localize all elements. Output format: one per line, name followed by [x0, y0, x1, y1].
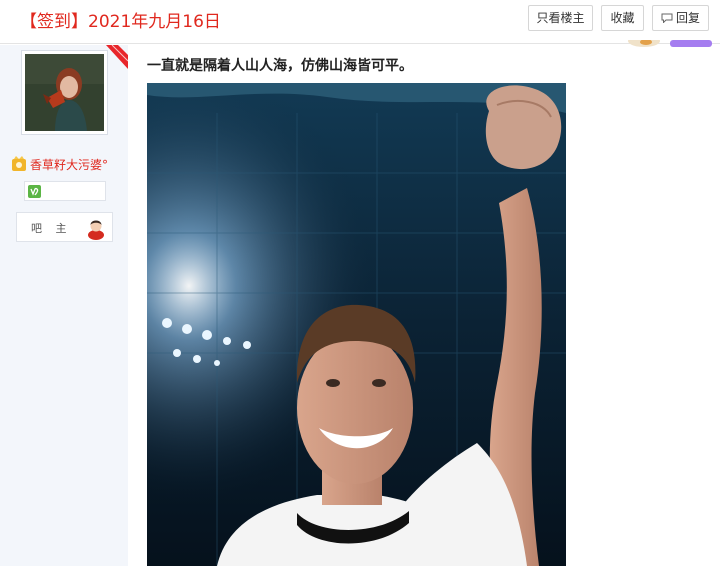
thread-title: 【签到】2021年九月16日: [20, 12, 221, 32]
favorite-button[interactable]: 收藏: [601, 5, 644, 31]
forum-owner-icon: [88, 220, 104, 240]
post-text: 一直就是隔着人山人海，仿佛山海皆可平。: [147, 58, 413, 74]
username-link[interactable]: 香草籽大污婆°: [30, 158, 108, 172]
role-label: 吧 主: [31, 222, 72, 235]
decoration-icon: [628, 40, 712, 47]
thread-header: 【签到】2021年九月16日 只看楼主 收藏 回复: [0, 0, 720, 44]
comment-icon: [661, 13, 673, 23]
user-avatar-photo: [25, 54, 104, 131]
username-row: 香草籽大污婆°: [11, 154, 108, 172]
forum-owner-badge[interactable]: 吧 主: [16, 212, 113, 242]
level-badge: [24, 181, 106, 201]
only-owner-button[interactable]: 只看楼主: [528, 5, 593, 31]
corner-ribbon-icon: [106, 45, 128, 69]
stadium-player-photo: [147, 83, 566, 566]
user-panel: 香草籽大污婆° 吧 主: [0, 45, 128, 566]
member-badge-icon: [12, 156, 26, 171]
capricorn-icon: [28, 185, 41, 198]
reply-button[interactable]: 回复: [652, 5, 709, 31]
reply-button-label: 回复: [675, 11, 700, 25]
post-image[interactable]: [147, 83, 566, 566]
avatar[interactable]: [21, 50, 108, 135]
